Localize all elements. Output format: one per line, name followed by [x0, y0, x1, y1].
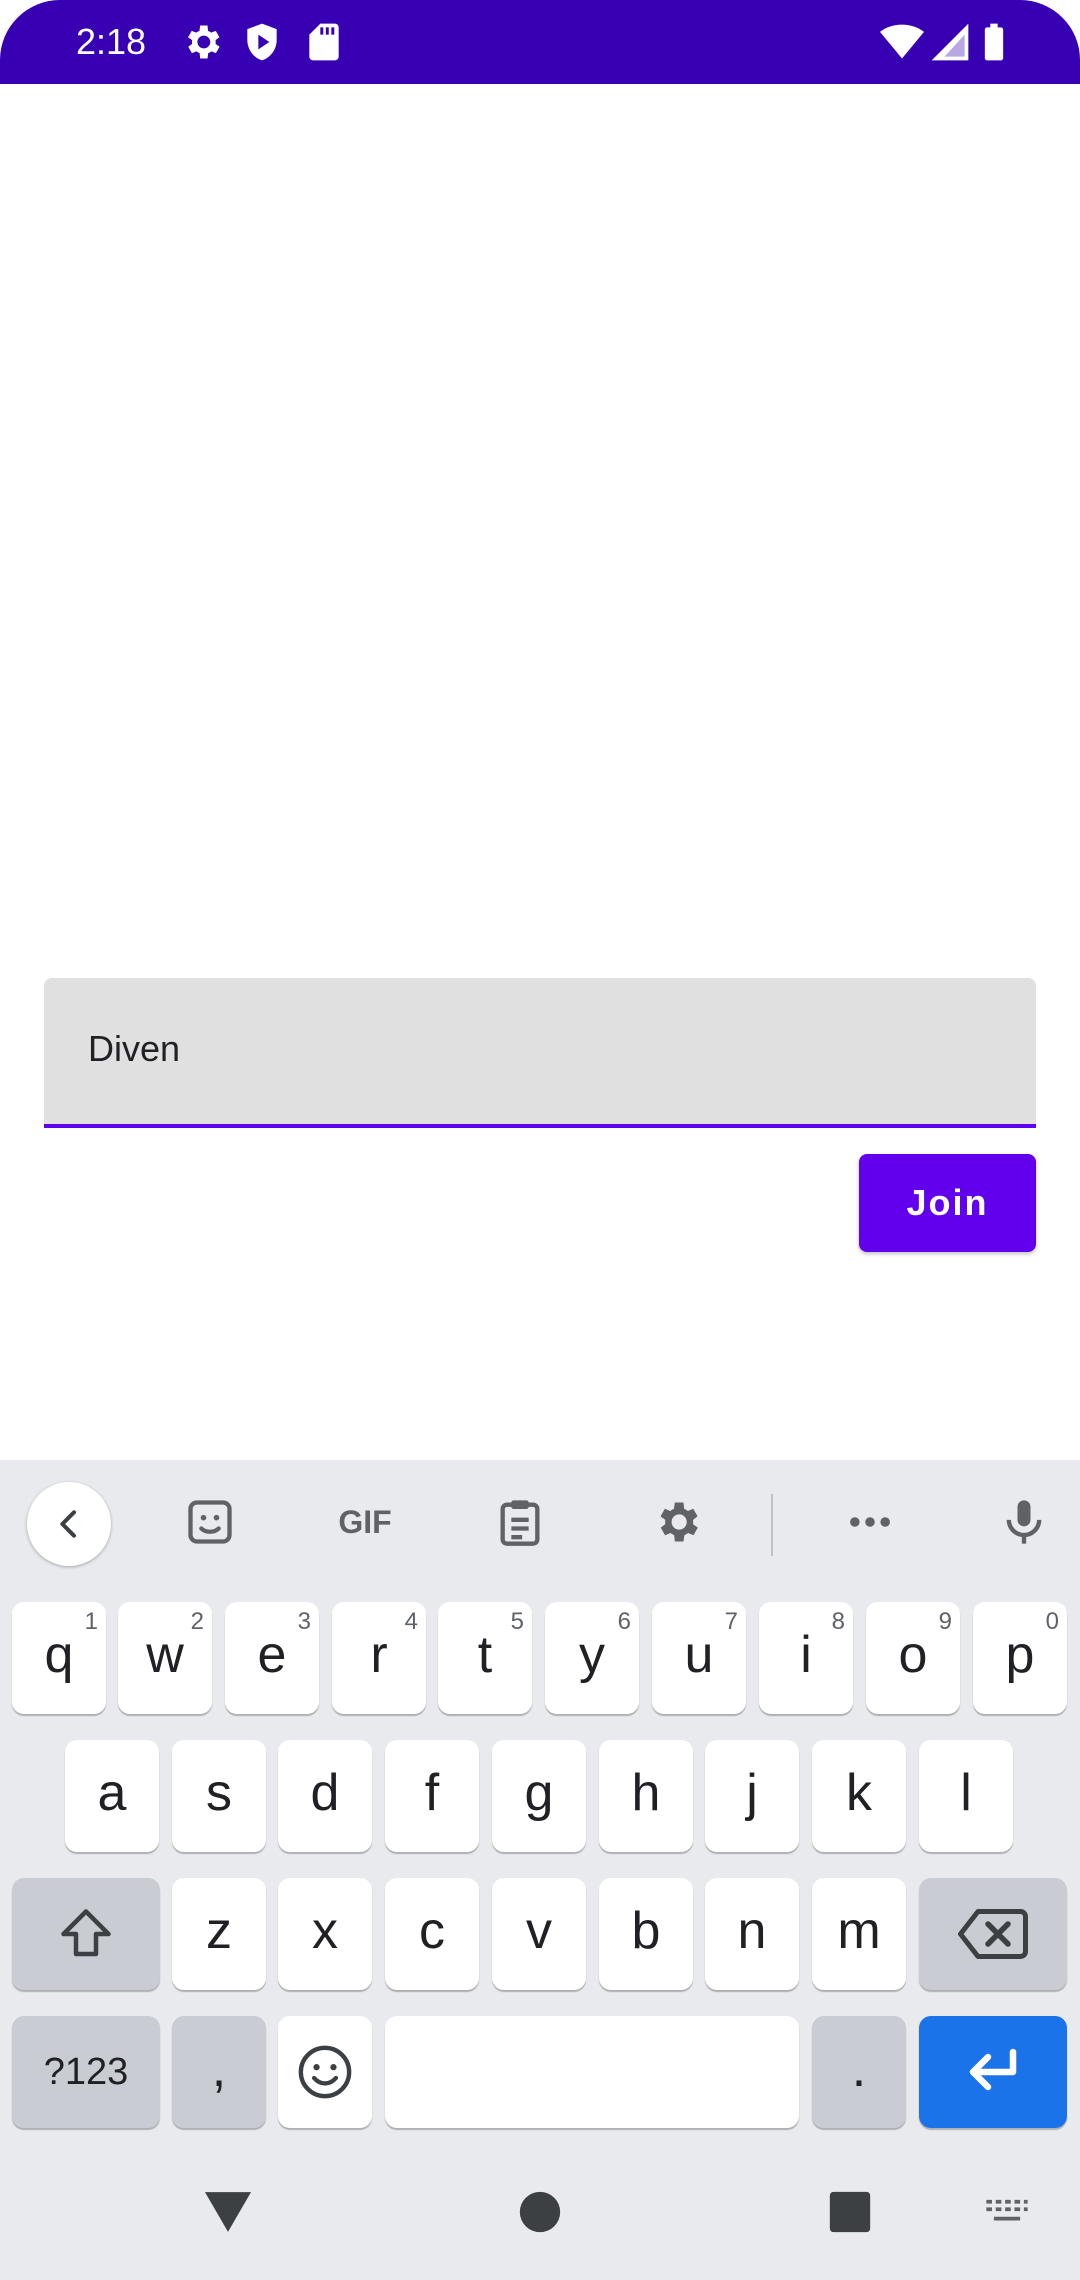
enter-key[interactable]	[919, 2016, 1067, 2128]
more-icon[interactable]	[828, 1482, 912, 1562]
comma-key[interactable]: ,	[172, 2016, 266, 2128]
key-j[interactable]: j	[705, 1740, 799, 1852]
shift-icon	[61, 1909, 111, 1957]
mic-icon[interactable]	[982, 1482, 1066, 1562]
key-d[interactable]: d	[278, 1740, 372, 1852]
key-q[interactable]: q1	[12, 1602, 106, 1714]
name-input-value: Diven	[88, 1028, 181, 1069]
key-k[interactable]: k	[812, 1740, 906, 1852]
signal-icon	[931, 23, 969, 61]
home-circle-icon[interactable]	[518, 2190, 562, 2234]
key-a[interactable]: a	[65, 1740, 159, 1852]
keyboard-switch-icon[interactable]	[984, 2198, 1030, 2228]
toolbar-divider	[771, 1494, 773, 1556]
space-bar[interactable]	[385, 2016, 799, 2128]
key-t[interactable]: t5	[438, 1602, 532, 1714]
key-e[interactable]: e3	[225, 1602, 319, 1714]
key-n[interactable]: n	[705, 1878, 799, 1990]
recents-square-icon[interactable]	[828, 2190, 872, 2234]
gif-icon[interactable]: GIF	[322, 1482, 408, 1562]
key-z[interactable]: z	[172, 1878, 266, 1990]
emoji-icon	[298, 2045, 352, 2099]
key-r[interactable]: r4	[332, 1602, 426, 1714]
period-key[interactable]: .	[812, 2016, 906, 2128]
key-h[interactable]: h	[599, 1740, 693, 1852]
key-w[interactable]: w2	[118, 1602, 212, 1714]
battery-icon	[984, 23, 1004, 61]
key-f[interactable]: f	[385, 1740, 479, 1852]
key-o[interactable]: o9	[866, 1602, 960, 1714]
settings-icon	[188, 25, 220, 59]
back-triangle-icon[interactable]	[202, 2188, 254, 2234]
key-i[interactable]: i8	[759, 1602, 853, 1714]
emoji-key[interactable]	[278, 2016, 372, 2128]
key-u[interactable]: u7	[652, 1602, 746, 1714]
clipboard-icon[interactable]	[478, 1482, 562, 1562]
key-l[interactable]: l	[919, 1740, 1013, 1852]
key-m[interactable]: m	[812, 1878, 906, 1990]
key-y[interactable]: y6	[545, 1602, 639, 1714]
key-b[interactable]: b	[599, 1878, 693, 1990]
sticker-icon[interactable]	[168, 1482, 252, 1562]
key-p[interactable]: p0	[973, 1602, 1067, 1714]
key-x[interactable]: x	[278, 1878, 372, 1990]
backspace-icon	[958, 1909, 1028, 1959]
sd-card-icon	[309, 23, 339, 61]
enter-arrow-icon	[969, 2048, 1017, 2091]
keyboard-toolbar: GIF	[0, 1460, 1080, 1580]
gear-icon[interactable]	[635, 1482, 719, 1562]
shift-key[interactable]	[12, 1878, 160, 1990]
back-chevron-icon[interactable]	[27, 1482, 111, 1566]
key-g[interactable]: g	[492, 1740, 586, 1852]
backspace-key[interactable]	[919, 1878, 1067, 1990]
name-input-field[interactable]: Diven	[44, 978, 1036, 1128]
symbols-key[interactable]: ?123	[12, 2016, 160, 2128]
wifi-icon	[880, 24, 924, 59]
status-time: 2:18	[76, 21, 147, 62]
navigation-bar	[0, 2140, 1080, 2280]
status-bar: 2:18	[0, 0, 1080, 84]
key-c[interactable]: c	[385, 1878, 479, 1990]
key-s[interactable]: s	[172, 1740, 266, 1852]
shield-play-icon	[247, 23, 277, 61]
key-v[interactable]: v	[492, 1878, 586, 1990]
join-button[interactable]: Join	[859, 1154, 1036, 1252]
